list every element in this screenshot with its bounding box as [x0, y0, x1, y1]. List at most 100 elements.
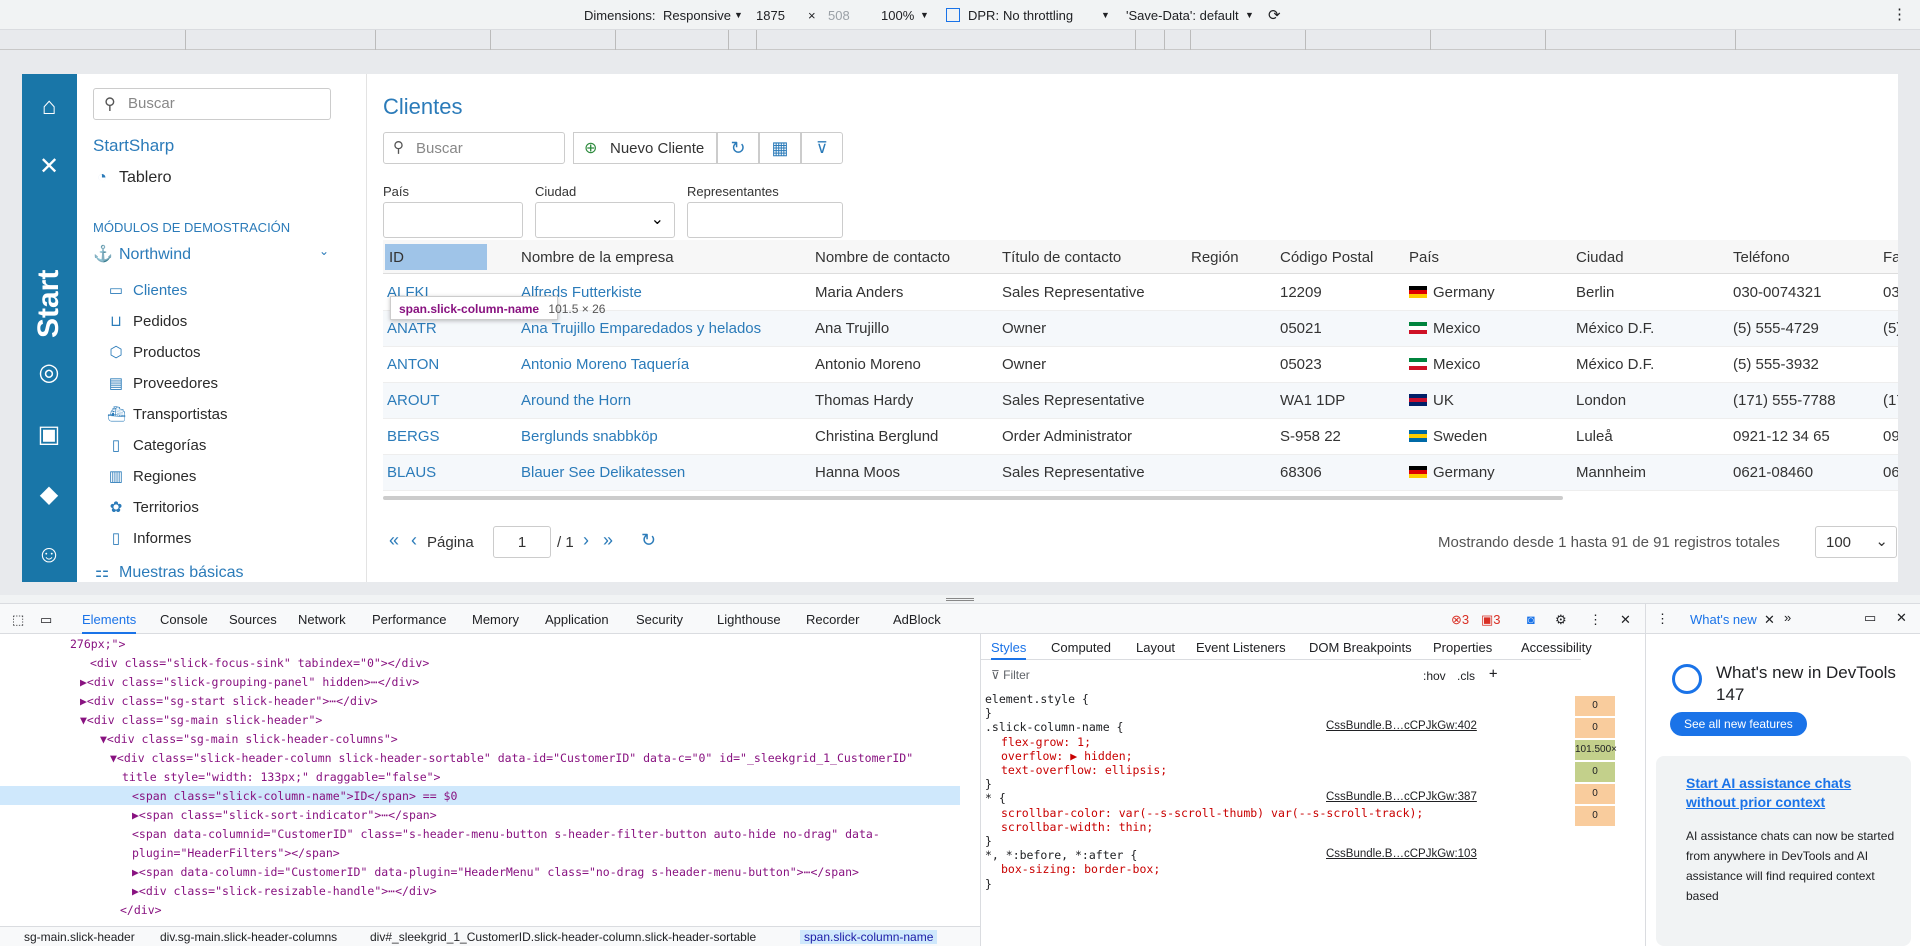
table-row[interactable]: BLAUS Blauer See Delikatessen Hanna Moos Sa…: [383, 455, 1898, 491]
close-icon[interactable]: ✕: [1764, 612, 1775, 628]
grid-search-input[interactable]: ⚲ Buscar: [383, 132, 565, 164]
stylesheet-link[interactable]: CssBundle.B…cCPJkGw:402: [1326, 720, 1477, 732]
dom-node-line[interactable]: ▼<div class="slick-header-column slick-h…: [0, 748, 960, 767]
ai-icon[interactable]: ◙: [1527, 612, 1535, 627]
sidebar-item-tablero[interactable]: ◔ Tablero: [93, 169, 171, 187]
city-filter-select[interactable]: ⌄: [535, 202, 675, 238]
column-header-company[interactable]: Nombre de la empresa: [521, 249, 674, 266]
dom-node-line[interactable]: ▶<span class="slick-sort-indicator">⋯</s…: [0, 805, 960, 824]
dom-node-line[interactable]: <div class="slick-focus-sink" tabindex="…: [0, 653, 960, 672]
zoom-select[interactable]: 100%: [881, 8, 914, 23]
table-row[interactable]: ALFKI Alfreds Futterkiste Maria Anders Sale…: [383, 275, 1898, 311]
hov-button[interactable]: :hov: [1423, 669, 1446, 683]
prev-page-icon[interactable]: ‹: [411, 530, 417, 551]
sidebar-item-productos[interactable]: ⬡ Productos: [107, 343, 200, 361]
height-input[interactable]: 508: [828, 8, 850, 23]
sidebar-item-clientes[interactable]: ▭ Clientes: [107, 281, 187, 299]
dom-node-line[interactable]: </div>: [0, 900, 960, 919]
tab-recorder[interactable]: Recorder: [806, 612, 859, 627]
table-row[interactable]: AROUT Around the Horn Thomas Hardy Sales Re…: [383, 383, 1898, 419]
tab-computed[interactable]: Computed: [1051, 640, 1111, 655]
sidebar-item-muestras[interactable]: ⚏ Muestras básicas: [93, 562, 244, 582]
whats-new-link[interactable]: Start AI assistance chats without prior …: [1686, 774, 1896, 812]
breadcrumb-item[interactable]: div.sg-main.slick-header-columns: [160, 930, 337, 944]
style-rule-line[interactable]: overflow: ▶ hidden;: [1001, 749, 1133, 763]
filter-button[interactable]: ⊽: [801, 132, 843, 164]
styles-filter-input[interactable]: ⊽ Filter: [991, 668, 1386, 686]
column-header-phone[interactable]: Teléfono: [1733, 249, 1790, 266]
column-header-fax[interactable]: Fa: [1883, 249, 1898, 266]
table-cell-id[interactable]: BLAUS: [387, 464, 436, 481]
style-rule-line[interactable]: }: [985, 706, 992, 720]
home-icon[interactable]: ⌂: [34, 92, 64, 122]
add-rule-icon[interactable]: +: [1489, 666, 1497, 682]
dom-node-line[interactable]: <span data-columnid="CustomerID" class="…: [0, 824, 960, 843]
page-size-select[interactable]: 100 ⌄: [1815, 526, 1897, 558]
tab-dom-breakpoints[interactable]: DOM Breakpoints: [1309, 640, 1412, 655]
tab-network[interactable]: Network: [298, 612, 346, 627]
warning-count[interactable]: ▣3: [1481, 612, 1501, 628]
sidebar-item-pedidos[interactable]: ⊔ Pedidos: [107, 312, 187, 330]
breadcrumb-item[interactable]: sg-main.slick-header: [24, 930, 135, 944]
tab-accessibility[interactable]: Accessibility: [1521, 640, 1592, 655]
table-row[interactable]: ANATR Ana Trujillo Emparedados y helados A…: [383, 311, 1898, 347]
table-cell-company[interactable]: Ana Trujillo Emparedados y helados: [521, 320, 761, 337]
dom-node-line[interactable]: ▶<div class="sg-start slick-header">⋯</d…: [0, 691, 960, 710]
page-input[interactable]: 1: [493, 526, 551, 558]
tab-layout[interactable]: Layout: [1136, 640, 1175, 655]
breadcrumb-item[interactable]: span.slick-column-name: [800, 930, 938, 944]
close-icon[interactable]: ✕: [1620, 612, 1631, 628]
dom-node-line[interactable]: ▶<span data-column-id="CustomerID" data-…: [0, 862, 960, 881]
column-header-title[interactable]: Título de contacto: [1002, 249, 1121, 266]
cls-button[interactable]: .cls: [1457, 669, 1475, 683]
table-cell-id[interactable]: ANATR: [387, 320, 437, 337]
column-header-region[interactable]: Región: [1191, 249, 1239, 266]
columns-button[interactable]: ▦: [759, 132, 801, 164]
sidebar-brand[interactable]: StartSharp: [93, 136, 174, 156]
tab-security[interactable]: Security: [636, 612, 683, 627]
dom-node-line[interactable]: plugin="HeaderFilters"></span>: [0, 843, 960, 862]
style-rule-line[interactable]: box-sizing: border-box;: [1001, 862, 1160, 876]
tab-whats-new[interactable]: What's new: [1690, 612, 1757, 627]
inspect-icon[interactable]: ⬚: [12, 612, 24, 628]
breadcrumb-item[interactable]: div#_sleekgrid_1_CustomerID.slick-header…: [370, 930, 756, 944]
tab-styles[interactable]: Styles: [991, 640, 1027, 660]
sidebar-item-categorias[interactable]: ▯ Categorías: [107, 436, 207, 454]
style-rule-line[interactable]: scrollbar-width: thin;: [1001, 820, 1153, 834]
devtools-resize-handle[interactable]: [0, 595, 1920, 603]
column-header-contact[interactable]: Nombre de contacto: [815, 249, 950, 266]
last-page-icon[interactable]: »: [603, 530, 613, 551]
style-rule-line[interactable]: }: [985, 834, 992, 848]
style-rule-line[interactable]: * {CssBundle.B…cCPJkGw:387: [985, 791, 1477, 805]
rotate-icon[interactable]: ⟳: [1268, 6, 1281, 24]
sidebar-item-informes[interactable]: ▯ Informes: [107, 529, 192, 547]
tools-icon[interactable]: ✕: [34, 152, 64, 182]
dom-node-line[interactable]: ▶<div class="slick-resizable-handle">⋯</…: [0, 881, 960, 900]
next-page-icon[interactable]: ›: [583, 530, 589, 551]
tab-console[interactable]: Console: [160, 612, 208, 627]
close-icon[interactable]: ✕: [1896, 610, 1907, 626]
table-cell-company[interactable]: Berglunds snabbköp: [521, 428, 658, 445]
stylesheet-link[interactable]: CssBundle.B…cCPJkGw:387: [1326, 791, 1477, 803]
first-page-icon[interactable]: «: [389, 530, 399, 551]
sidebar-item-territorios[interactable]: ✿ Territorios: [107, 498, 199, 516]
tab-properties[interactable]: Properties: [1433, 640, 1492, 655]
new-customer-button[interactable]: ⊕ Nuevo Cliente: [573, 132, 717, 164]
dimensions-select[interactable]: Responsive: [663, 8, 731, 23]
sidebar-search-input[interactable]: ⚲ Buscar: [93, 88, 331, 120]
style-rule-line[interactable]: element.style {: [985, 692, 1089, 706]
more-icon[interactable]: ⋮: [1589, 612, 1602, 628]
table-cell-company[interactable]: Around the Horn: [521, 392, 631, 409]
tab-memory[interactable]: Memory: [472, 612, 519, 627]
tab-application[interactable]: Application: [545, 612, 609, 627]
width-input[interactable]: 1875: [756, 8, 785, 23]
column-header-id[interactable]: ID: [389, 249, 404, 266]
style-rule-line[interactable]: }: [985, 777, 992, 791]
tab-elements[interactable]: Elements: [82, 612, 137, 634]
sidebar-item-proveedores[interactable]: ▤ Proveedores: [107, 374, 218, 392]
tab-sources[interactable]: Sources: [229, 612, 277, 627]
table-cell-id[interactable]: BERGS: [387, 428, 440, 445]
dom-node-line[interactable]: 276px;">: [0, 634, 960, 653]
dom-node-line[interactable]: title style="width: 133px;" draggable="f…: [0, 767, 960, 786]
sidebar-item-regiones[interactable]: ▥ Regiones: [107, 467, 196, 485]
